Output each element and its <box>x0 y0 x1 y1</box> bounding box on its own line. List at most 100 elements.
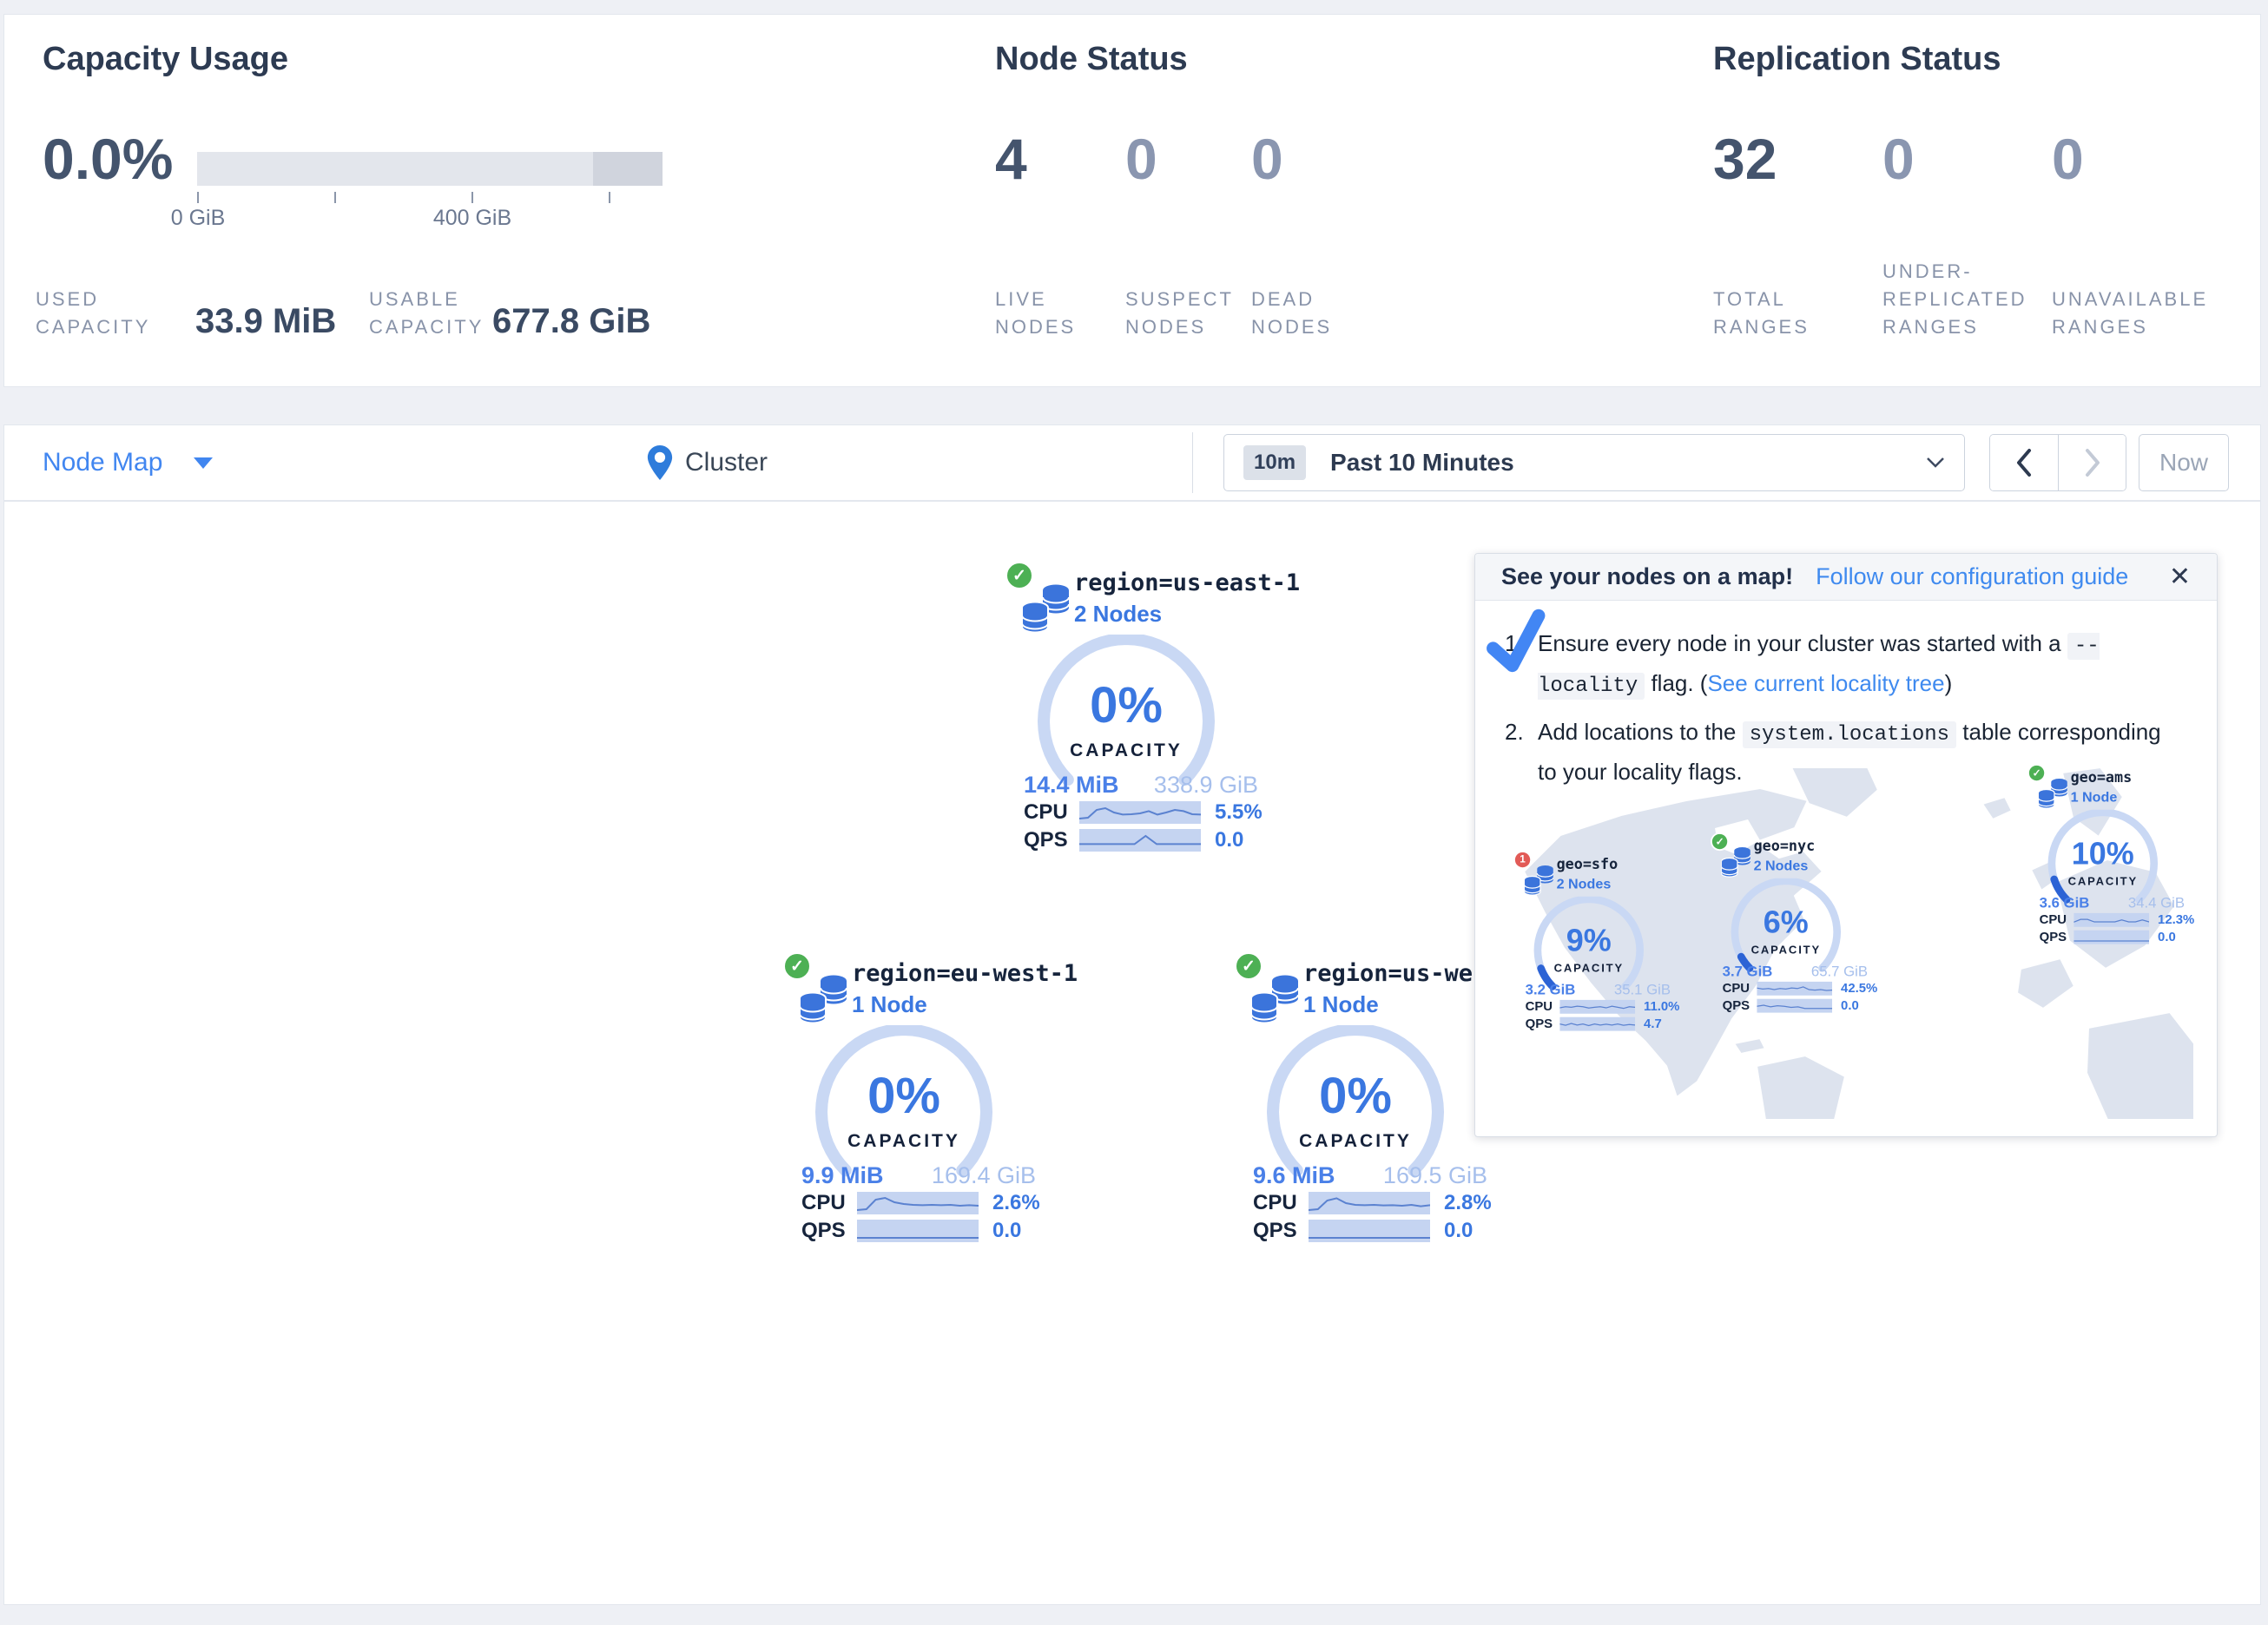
cpu-label: CPU <box>1526 999 1560 1014</box>
cpu-row: CPU 5.5% <box>1024 800 1263 825</box>
qps-label: QPS <box>1024 828 1079 852</box>
capacity-caption: CAPACITY <box>1251 1131 1460 1152</box>
qps-label: QPS <box>1723 998 1757 1013</box>
capacity-percent: 0% <box>800 1067 1008 1125</box>
cpu-label: CPU <box>1024 800 1079 825</box>
view-mode-dropdown[interactable]: Node Map <box>43 425 213 500</box>
total-ranges-label: TOTAL RANGES <box>1713 286 1826 341</box>
node-count-link[interactable]: 1 Node <box>2071 789 2118 806</box>
toolbar-divider <box>1192 432 1193 493</box>
qps-sparkline <box>1559 1017 1635 1031</box>
node-count-link[interactable]: 2 Nodes <box>1074 601 1162 628</box>
view-toolbar: Node Map Cluster 10m Past 10 Minutes Now <box>3 424 2261 501</box>
database-stack-icon <box>1251 974 1298 1028</box>
node-count-link[interactable]: 2 Nodes <box>1557 876 1612 892</box>
node-map-canvas: See your nodes on a map! Follow our conf… <box>3 501 2261 1605</box>
used-capacity-value: 33.9 MiB <box>195 302 336 341</box>
cpu-value: 2.8% <box>1444 1191 1492 1215</box>
under-replicated-label: UNDER-REPLICATED RANGES <box>1882 258 2034 341</box>
capacity-usage-percent: 0.0% <box>43 126 173 192</box>
cpu-sparkline <box>2074 913 2149 927</box>
used-capacity-value: 3.7 GiB <box>1723 964 1773 980</box>
axis-tick <box>197 192 199 203</box>
cpu-label: CPU <box>1723 981 1757 996</box>
database-stack-icon <box>800 974 847 1028</box>
qps-label: QPS <box>2040 930 2074 944</box>
cpu-value: 42.5% <box>1841 981 1877 996</box>
region-node[interactable]: 1 geo=sfo 2 Nodes 9% CAPACITY 3.2 GiB 35… <box>1513 851 1697 1036</box>
database-stack-icon <box>1022 583 1069 637</box>
qps-row: QPS 0.0 <box>1253 1219 1473 1243</box>
chevron-right-icon <box>2084 448 2101 477</box>
capacity-values-row: 9.6 MiB 169.5 GiB <box>1253 1162 1487 1189</box>
capacity-percent: 9% <box>1524 922 1653 958</box>
cpu-label: CPU <box>2040 912 2074 927</box>
time-step-buttons <box>1989 434 2126 491</box>
node-locality-label: region=eu-west-1 <box>852 960 1078 987</box>
time-step-back-button[interactable] <box>1990 435 2058 490</box>
node-locality-label: geo=nyc <box>1754 838 1816 854</box>
database-stack-icon <box>1721 846 1750 879</box>
map-config-popup: See your nodes on a map! Follow our conf… <box>1474 553 2218 1137</box>
qps-row: QPS 0.0 <box>2040 930 2176 944</box>
qps-sparkline <box>857 1220 979 1242</box>
node-status-title: Node Status <box>995 41 1188 78</box>
usable-capacity-label: USABLE CAPACITY <box>369 286 508 341</box>
total-ranges-count: 32 <box>1713 126 1777 192</box>
cpu-label: CPU <box>1253 1191 1309 1215</box>
used-capacity-value: 3.2 GiB <box>1526 982 1576 998</box>
qps-label: QPS <box>1253 1219 1309 1243</box>
used-capacity-value: 9.6 MiB <box>1253 1162 1335 1189</box>
region-node[interactable]: ✓ geo=ams 1 Node 10% CAPACITY 3.6 GiB 34… <box>2027 764 2211 950</box>
used-capacity-value: 3.6 GiB <box>2040 895 2090 911</box>
cpu-sparkline <box>1309 1192 1430 1214</box>
capacity-values-row: 9.9 MiB 169.4 GiB <box>801 1162 1036 1189</box>
used-capacity-label: USED CAPACITY <box>36 286 166 341</box>
capacity-usage-title: Capacity Usage <box>43 41 288 78</box>
cpu-value: 5.5% <box>1215 800 1263 825</box>
breadcrumb[interactable]: Cluster <box>647 425 768 500</box>
qps-value: 0.0 <box>1444 1219 1473 1243</box>
breadcrumb-label: Cluster <box>685 448 768 477</box>
qps-value: 0.0 <box>2158 930 2176 944</box>
cpu-sparkline <box>857 1192 979 1214</box>
qps-sparkline <box>2074 931 2149 944</box>
qps-value: 4.7 <box>1644 1016 1662 1031</box>
cpu-sparkline <box>1079 801 1201 824</box>
axis-tick-label: 0 GiB <box>171 206 226 231</box>
total-capacity-value: 35.1 GiB <box>1614 982 1671 998</box>
time-step-forward-button[interactable] <box>2058 435 2126 490</box>
node-count-link[interactable]: 1 Node <box>1303 991 1379 1018</box>
total-capacity-value: 338.9 GiB <box>1154 772 1258 799</box>
axis-tick-label: 400 GiB <box>433 206 511 231</box>
cpu-value: 2.6% <box>992 1191 1040 1215</box>
qps-label: QPS <box>1526 1016 1560 1031</box>
chevron-left-icon <box>2015 448 2033 477</box>
database-stack-icon <box>2038 778 2067 811</box>
qps-value: 0.0 <box>992 1219 1021 1243</box>
chevron-down-icon <box>1926 457 1945 469</box>
dead-nodes-label: DEAD NODES <box>1251 286 1347 341</box>
axis-tick <box>609 192 610 203</box>
chevron-down-icon <box>194 457 213 469</box>
cpu-row: CPU 12.3% <box>2040 912 2195 927</box>
capacity-percent: 0% <box>1022 676 1230 734</box>
region-node[interactable]: ✓ region=us-east-1 2 Nodes 0% CAPACITY 1… <box>1005 561 1300 860</box>
suspect-nodes-label: SUSPECT NODES <box>1125 286 1238 341</box>
used-capacity-value: 9.9 MiB <box>801 1162 884 1189</box>
node-count-link[interactable]: 1 Node <box>852 991 927 1018</box>
cpu-row: CPU 2.6% <box>801 1191 1040 1215</box>
region-node[interactable]: ✓ region=eu-west-1 1 Node 0% CAPACITY 9.… <box>782 951 1078 1251</box>
time-range-dropdown[interactable]: 10m Past 10 Minutes <box>1223 434 1965 491</box>
qps-label: QPS <box>801 1219 857 1243</box>
qps-row: QPS 0.0 <box>1723 998 1859 1013</box>
now-button[interactable]: Now <box>2139 434 2229 491</box>
cpu-sparkline <box>1757 982 1832 996</box>
total-capacity-value: 169.4 GiB <box>932 1162 1036 1189</box>
unavailable-label: UNAVAILABLE RANGES <box>2052 286 2234 341</box>
capacity-values-row: 3.6 GiB 34.4 GiB <box>2040 895 2185 911</box>
axis-tick <box>471 192 473 203</box>
region-node[interactable]: ✓ geo=nyc 2 Nodes 6% CAPACITY 3.7 GiB 65… <box>1711 832 1894 1018</box>
replication-status-title: Replication Status <box>1713 41 2001 78</box>
node-count-link[interactable]: 2 Nodes <box>1754 858 1809 874</box>
